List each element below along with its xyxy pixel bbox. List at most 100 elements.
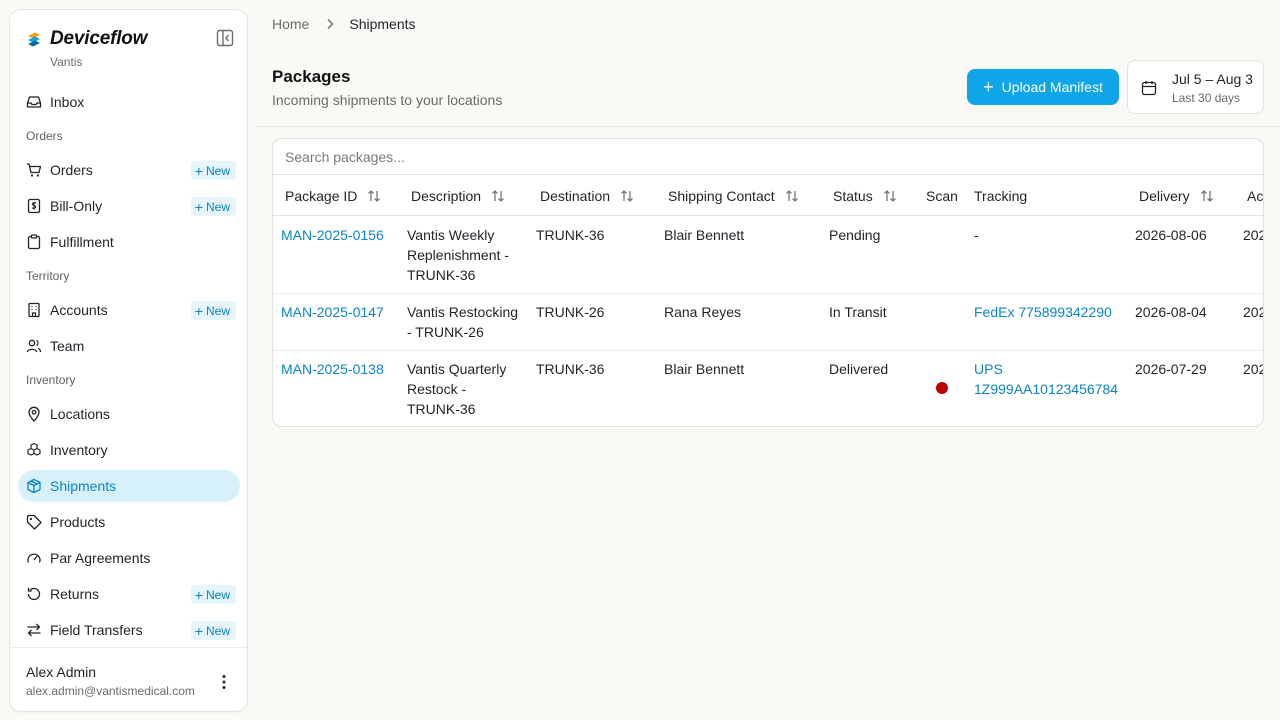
sidebar-item-label: Returns <box>50 586 100 602</box>
date-range-label: Jul 5 – Aug 3 <box>1172 71 1253 87</box>
column-header-tracking: Tracking <box>974 176 1027 216</box>
package-id-link[interactable]: MAN-2025-0147 <box>281 302 384 322</box>
sidebar-item-label: Par Agreements <box>50 550 151 566</box>
sidebar-item-locations[interactable]: Locations <box>18 398 240 430</box>
destination-cell: TRUNK-36 <box>536 227 605 243</box>
sidebar-item-label: Accounts <box>50 302 108 318</box>
sidebar-item-label: Orders <box>50 162 93 178</box>
scan-status-dot <box>936 382 948 394</box>
column-label: Ac <box>1247 188 1264 204</box>
sort-arrows-icon <box>883 190 896 202</box>
column-label: Shipping Contact <box>668 188 775 204</box>
page-title: Packages <box>272 67 351 86</box>
plus-icon: + <box>194 302 203 319</box>
column-header-truncated[interactable]: Ac <box>1247 176 1263 216</box>
brand-name: Deviceflow <box>50 28 148 49</box>
delivery-date-cell: 2026-08-04 <box>1135 304 1207 320</box>
new-order-button[interactable]: + New <box>190 161 236 180</box>
tracking-carrier: UPS <box>974 361 1003 377</box>
sidebar-item-bill-only[interactable]: Bill-Only + New <box>18 190 240 222</box>
table-row[interactable]: MAN-2025-0138 Vantis Quarterly Restock -… <box>273 351 1263 426</box>
packages-table-card: Package ID Description Destination Shipp… <box>272 138 1264 427</box>
plus-icon: + <box>194 622 203 639</box>
sidebar-item-team[interactable]: Team <box>18 330 240 362</box>
column-label: Package ID <box>285 188 358 204</box>
new-bill-only-button[interactable]: + New <box>190 197 236 216</box>
column-label: Delivery <box>1139 188 1190 204</box>
user-name: Alex Admin <box>26 664 97 680</box>
sidebar-item-orders[interactable]: Orders + New <box>18 154 240 186</box>
sidebar-item-label: Bill-Only <box>50 198 103 214</box>
more-vertical-icon[interactable] <box>214 672 234 692</box>
column-header-description[interactable]: Description <box>411 176 505 216</box>
sidebar-item-accounts[interactable]: Accounts + New <box>18 294 240 326</box>
search-input[interactable] <box>273 139 1263 175</box>
sidebar-item-label: Products <box>50 514 106 530</box>
table-row[interactable]: MAN-2025-0156 Vantis Weekly Replenishmen… <box>273 217 1263 294</box>
new-label: New <box>205 163 230 178</box>
sidebar-item-shipments[interactable]: Shipments <box>18 470 240 502</box>
column-header-shipping-contact[interactable]: Shipping Contact <box>668 176 799 216</box>
tag-icon <box>26 514 42 530</box>
nav-section-orders: Orders <box>26 129 63 143</box>
column-header-package-id[interactable]: Package ID <box>285 176 381 216</box>
tracking-number: 1Z999AA10123456784 <box>974 381 1119 397</box>
tracking-link[interactable]: FedEx 775899342290 <box>974 302 1112 322</box>
column-label: Tracking <box>974 188 1028 204</box>
new-label: New <box>205 303 230 318</box>
column-label: Destination <box>540 188 611 204</box>
description-line: - TRUNK-26 <box>407 324 484 340</box>
package-id-link[interactable]: MAN-2025-0156 <box>281 225 384 245</box>
sidebar-item-fulfillment[interactable]: Fulfillment <box>18 226 240 258</box>
user-email: alex.admin@vantismedical.com <box>26 684 195 698</box>
column-header-destination[interactable]: Destination <box>540 176 634 216</box>
new-return-button[interactable]: + New <box>190 585 236 604</box>
package-id-link[interactable]: MAN-2025-0138 <box>281 359 384 379</box>
date-range-picker[interactable]: Jul 5 – Aug 3 Last 30 days <box>1127 60 1264 114</box>
description-line: TRUNK-36 <box>407 267 476 283</box>
description-line: Vantis Weekly <box>407 227 495 243</box>
tracking-link[interactable]: UPS 1Z999AA10123456784 <box>974 359 1118 399</box>
column-label: Scan <box>926 188 958 204</box>
clipboard-icon <box>26 234 42 250</box>
sidebar-item-inventory[interactable]: Inventory <box>18 434 240 466</box>
sidebar-item-inbox[interactable]: Inbox <box>18 86 240 118</box>
column-label: Status <box>833 188 873 204</box>
plus-icon: + <box>194 198 203 215</box>
sort-arrows-icon <box>1200 190 1213 202</box>
description-line: Replenishment - <box>407 247 509 263</box>
description-line: TRUNK-36 <box>407 401 476 417</box>
sidebar-item-products[interactable]: Products <box>18 506 240 538</box>
status-cell: Pending <box>829 227 881 243</box>
column-header-delivery[interactable]: Delivery <box>1139 176 1214 216</box>
upload-manifest-button[interactable]: + Upload Manifest <box>967 69 1119 105</box>
sidebar-item-label: Inbox <box>50 94 85 110</box>
new-label: New <box>205 199 230 214</box>
date-range-sublabel: Last 30 days <box>1172 91 1241 105</box>
user-profile: Alex Admin alex.admin@vantismedical.com <box>10 647 247 711</box>
sidebar-item-par-agreements[interactable]: Par Agreements <box>18 542 240 574</box>
map-pin-icon <box>26 406 42 422</box>
sidebar-item-label: Field Transfers <box>50 622 143 638</box>
tracking-cell: - <box>974 227 979 243</box>
description-cell: Vantis Quarterly Restock - TRUNK-36 <box>407 359 527 419</box>
destination-cell: TRUNK-36 <box>536 361 605 377</box>
brand[interactable]: Deviceflow <box>26 28 147 50</box>
sidebar-collapse-icon[interactable] <box>215 28 235 48</box>
sidebar-nav: Inbox Orders Orders + New Bill-Only + New … <box>18 86 240 650</box>
cart-icon <box>26 162 42 178</box>
new-field-transfer-button[interactable]: + New <box>190 621 236 640</box>
column-label: Description <box>411 188 482 204</box>
chevron-right-icon <box>327 19 334 29</box>
new-account-button[interactable]: + New <box>190 301 236 320</box>
page-subtitle: Incoming shipments to your locations <box>272 92 503 108</box>
table-row[interactable]: MAN-2025-0147 Vantis Restocking - TRUNK-… <box>273 294 1263 351</box>
sidebar-item-field-transfers[interactable]: Field Transfers + New <box>18 614 240 646</box>
column-header-scan: Scan <box>926 176 958 216</box>
breadcrumb-home-link[interactable]: Home <box>272 16 309 32</box>
sidebar-item-label: Locations <box>50 406 110 422</box>
column-header-status[interactable]: Status <box>833 176 897 216</box>
sort-arrows-icon <box>368 190 381 202</box>
shipping-contact-cell: Blair Bennett <box>664 227 745 243</box>
sidebar-item-returns[interactable]: Returns + New <box>18 578 240 610</box>
